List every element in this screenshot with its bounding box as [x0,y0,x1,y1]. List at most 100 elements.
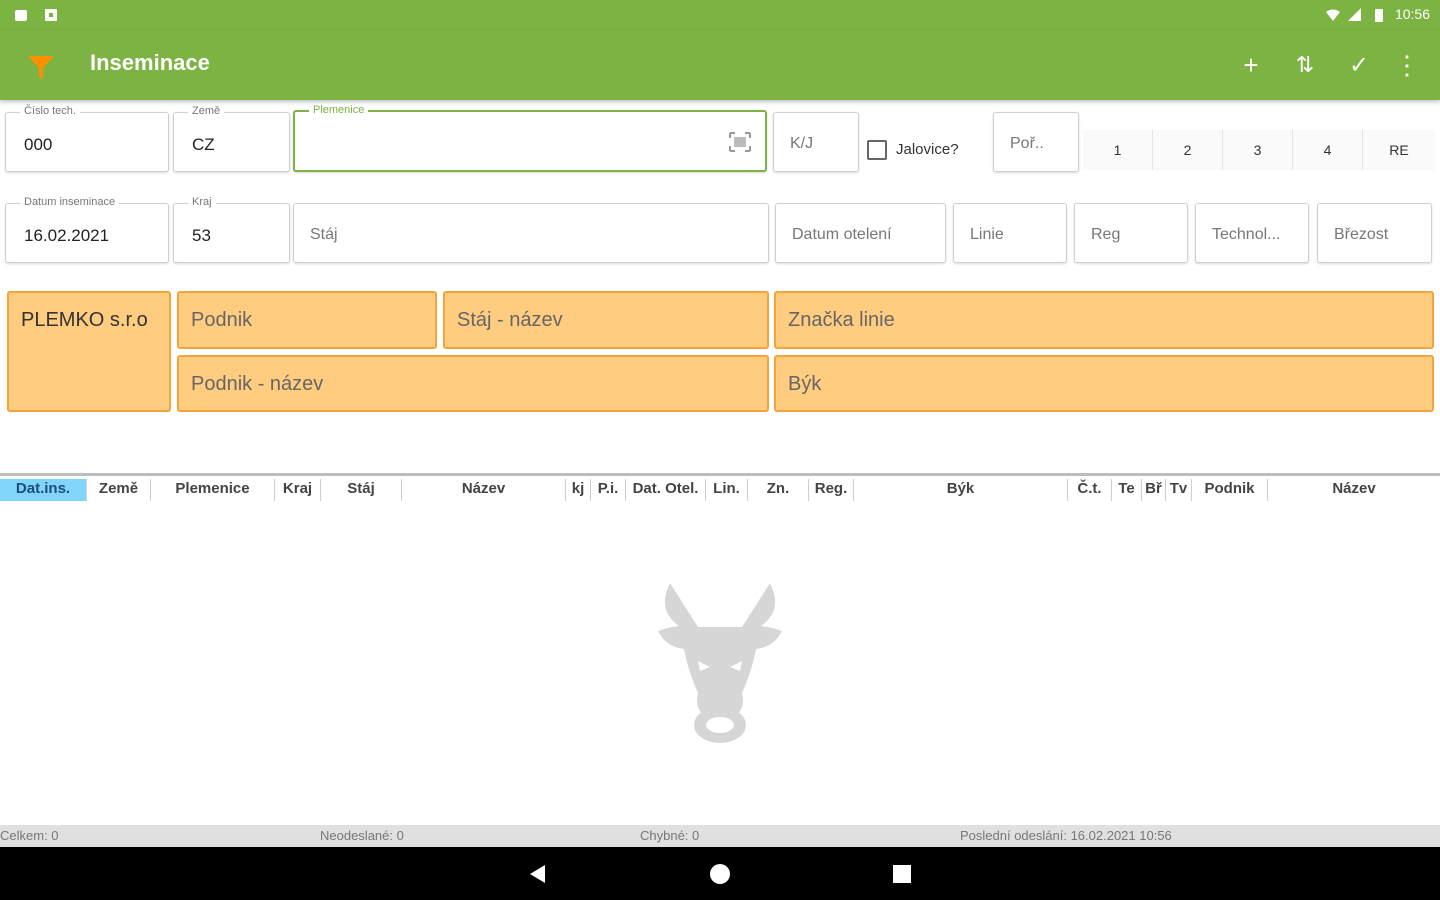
company-name: PLEMKO s.r.o [21,309,148,331]
datum-inseminace-field[interactable]: Datum inseminace 16.02.2021 [5,196,169,263]
column-header[interactable]: Bř [1142,479,1166,501]
staj-nazev-card[interactable]: Stáj - název [443,291,769,349]
kj-placeholder: K/J [790,135,814,152]
datum-oteleni-field[interactable]: Datum otelení [775,203,946,263]
column-header[interactable]: Kraj [275,479,321,501]
staj-field[interactable]: Stáj [293,203,769,263]
column-header[interactable]: Lin. [706,479,748,501]
kraj-field[interactable]: Kraj 53 [173,196,290,263]
error-count: Chybné: 0 [640,828,700,843]
column-header[interactable]: Dat. Otel. [626,479,706,501]
wifi-icon [1326,9,1340,21]
battery-icon [1375,9,1383,22]
barcode-icon[interactable] [729,132,751,152]
datum-inseminace-value: 16.02.2021 [24,226,110,245]
brezost-placeholder: Březost [1334,226,1389,243]
column-header[interactable]: Zn. [748,479,809,501]
poradi-field[interactable]: Poř.. [993,112,1079,172]
byk-text: Býk [788,373,822,395]
total-count: Celkem: 0 [0,828,59,843]
signal-icon [1348,8,1361,21]
column-header[interactable]: Č.t. [1068,479,1112,501]
zeme-value: CZ [192,135,215,154]
number-button-label: 1 [1113,142,1122,158]
reg-placeholder: Reg [1091,226,1121,243]
status-footer: Celkem: 0 Neodeslané: 0 Chybné: 0 Posled… [0,825,1440,847]
column-header[interactable]: Býk [854,479,1068,501]
last-sent: Poslední odeslání: 16.02.2021 10:56 [960,828,1172,843]
bull-icon [658,583,782,743]
column-header[interactable]: Plemenice [151,479,275,501]
znacka-linie-card[interactable]: Značka linie [774,291,1434,349]
number-button-label: 2 [1183,142,1192,158]
staj-placeholder: Stáj [310,226,338,243]
staj-nazev-text: Stáj - název [457,309,563,331]
number-button-2[interactable]: 2 [1153,130,1223,170]
company-card[interactable]: PLEMKO s.r.o [7,291,171,412]
back-icon[interactable] [525,861,551,887]
column-header[interactable]: Země [87,479,151,501]
brezost-field[interactable]: Březost [1317,203,1432,263]
page-title: Inseminace [90,50,210,75]
sort-icon: ⇅ [1295,52,1315,77]
podnik-nazev-card[interactable]: Podnik - název [177,355,769,412]
column-header[interactable]: Te [1112,479,1142,501]
more-icon: ⋮ [1394,49,1420,80]
kraj-value: 53 [192,226,211,245]
linie-field[interactable]: Linie [953,203,1067,263]
column-header[interactable]: Podnik [1192,479,1268,501]
number-button-label: RE [1389,142,1409,158]
podnik-text: Podnik [191,309,253,331]
technol-field[interactable]: Technol... [1195,203,1309,263]
number-button-label: 3 [1253,142,1262,158]
home-icon[interactable] [707,861,733,887]
column-header[interactable]: Dat.ins. [0,479,87,501]
confirm-button[interactable]: ✓ [1342,48,1376,82]
number-button-4[interactable]: 4 [1293,130,1363,170]
column-header[interactable]: P.i. [591,479,626,501]
jalovice-checkbox[interactable] [867,140,887,160]
technol-placeholder: Technol... [1212,226,1281,243]
datum-oteleni-placeholder: Datum otelení [792,226,892,243]
column-header[interactable]: kj [566,479,591,501]
column-header[interactable]: Stáj [321,479,402,501]
plemenice-label: Plemenice [309,104,369,116]
number-button-3[interactable]: 3 [1223,130,1293,170]
number-button-label: 4 [1323,142,1332,158]
filter-logo-icon[interactable] [26,52,56,82]
zeme-label: Země [188,105,225,117]
status-bar: 10:56 [0,0,1440,30]
podnik-card[interactable]: Podnik [177,291,437,349]
add-button[interactable]: + [1234,48,1268,82]
kraj-label: Kraj [188,196,216,208]
byk-card[interactable]: Býk [774,355,1434,412]
cislo-tech-label: Číslo tech. [20,105,80,117]
jalovice-label: Jalovice? [896,141,959,158]
status-time: 10:56 [1394,6,1430,22]
add-icon: + [1243,49,1259,80]
znacka-linie-text: Značka linie [788,309,895,331]
notification-icon [45,9,57,21]
app-bar: Inseminace + ⇅ ✓ ⋮ [0,30,1440,100]
podnik-nazev-text: Podnik - název [191,373,324,395]
number-button-re[interactable]: RE [1363,130,1435,170]
navigation-bar [0,847,1440,900]
plemenice-field[interactable]: Plemenice [293,104,767,172]
column-header[interactable]: Reg. [809,479,854,501]
column-header[interactable]: Název [402,479,566,501]
cislo-tech-field[interactable]: Číslo tech. 000 [5,105,169,172]
notification-icon [15,10,27,21]
cislo-tech-value: 000 [24,135,53,154]
recents-icon[interactable] [889,861,915,887]
kj-field[interactable]: K/J [773,112,859,172]
more-options-button[interactable]: ⋮ [1390,48,1424,82]
zeme-field[interactable]: Země CZ [173,105,290,172]
linie-placeholder: Linie [970,226,1004,243]
poradi-placeholder: Poř.. [1010,135,1044,152]
column-header[interactable]: Název [1268,479,1440,501]
column-header[interactable]: Tv [1166,479,1192,501]
sort-button[interactable]: ⇅ [1288,48,1322,82]
table-header: Dat.ins. Země Plemenice Kraj Stáj Název … [0,473,1440,501]
number-button-1[interactable]: 1 [1083,130,1153,170]
reg-field[interactable]: Reg [1074,203,1188,263]
